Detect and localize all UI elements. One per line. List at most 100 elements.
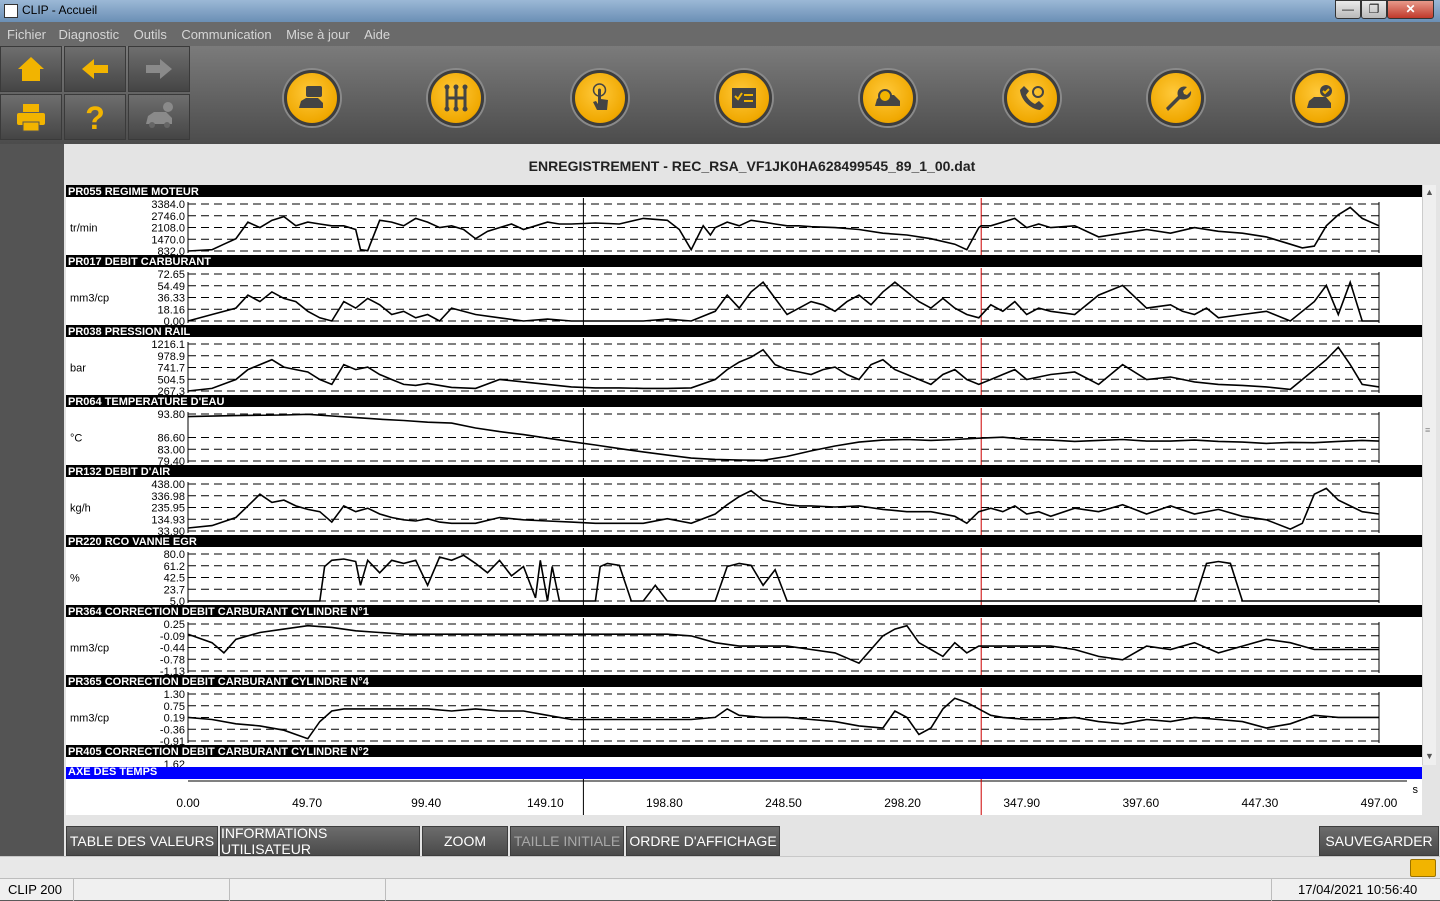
maximize-button[interactable]: ❐ [1361,0,1387,19]
printer-icon [17,104,45,132]
main-toolbar: ? [0,46,1440,144]
trace-tick-label: 1.62 [164,759,185,767]
status-cell-empty-3 [386,879,1272,901]
phone-support-button[interactable] [1004,70,1060,126]
print-button[interactable] [0,94,62,140]
save-button[interactable]: SAUVEGARDER [1319,826,1439,856]
trace-unit-label: bar [70,363,86,375]
camera-icon[interactable] [1410,859,1436,877]
trace-tick-label: 235.95 [151,503,185,515]
time-axis-title: AXE DES TEMPS [68,766,158,778]
trace-line [187,697,1379,740]
car-check-button[interactable] [1292,70,1348,126]
trace-group: PR064 TEMPERATURE D'EAU °C 93.80 86.6083.00… [66,395,1422,468]
arrow-right-icon [146,59,172,79]
app-icon [4,4,18,18]
trace-tick-label: 504.5 [157,374,185,386]
forward-button[interactable] [128,46,190,92]
diagnostic-car-icon [875,89,900,106]
time-tick-label: 49.70 [292,796,322,810]
time-tick-label: 298.20 [884,796,921,810]
time-tick-label: 397.60 [1122,796,1159,810]
status-bar: CLIP 200 17/04/2021 10:56:40 [0,878,1440,901]
scroll-thumb-grip-icon[interactable]: ≡ [1425,425,1430,435]
wrench-button[interactable] [1148,70,1204,126]
trace-tick-label: 80.0 [164,549,185,561]
values-table-button[interactable]: TABLE DES VALEURS [66,826,218,856]
chart-scrollbar[interactable]: ▲ ≡ ▼ [1422,185,1436,765]
time-axis-panel: 0.00 49.70 99.40 149.10 198.80 248.50 298.20 34… [66,779,1422,815]
trace-tick-label: 93.80 [157,409,185,421]
time-axis: 0.00 49.70 99.40 149.10 198.80 248.50 298.20 34… [176,779,1419,815]
trace-tick-label: 1470.0 [151,234,185,246]
trace-unit-label: mm3/cp [70,643,109,655]
touch-icon [592,83,608,110]
trace-line [187,279,1379,322]
scroll-up-icon[interactable]: ▲ [1425,187,1434,197]
time-tick-label: 0.00 [176,796,200,810]
status-cell-empty-1 [74,879,230,901]
menu-item-aide[interactable]: Aide [364,22,390,42]
trace-tick-label: 1216.1 [151,339,185,351]
trace-header-label: PR220 RCO VANNE EGR [68,536,197,548]
trace-group: PR220 RCO VANNE EGR%80.061.242.523.75.0 [66,535,1422,608]
trace-group: PR405 CORRECTION DEBIT CARBURANT CYLINDR… [66,745,1422,767]
time-tick-label: 447.30 [1242,796,1279,810]
status-datetime: 17/04/2021 10:56:40 [1298,882,1418,897]
home-button[interactable] [0,46,62,92]
home-icon [18,57,44,81]
multi-trace-chart: PR055 REGIME MOTEUR tr/min 3384.02746.0210… [66,185,1422,767]
back-button[interactable] [64,46,126,92]
touch-button[interactable] [572,70,628,126]
question-icon: ? [85,100,105,134]
trace-tick-label: 978.9 [157,351,185,363]
trace-group: PR017 DEBIT CARBURANT mm3/cp 72.6554.4936.… [66,255,1422,328]
zoom-button[interactable]: ZOOM [422,826,508,856]
time-tick-label: 198.80 [646,796,683,810]
time-tick-label: 248.50 [765,796,802,810]
trace-line [187,346,1380,392]
trace-group: PR055 REGIME MOTEUR tr/min 3384.02746.0210… [66,185,1422,258]
trace-header-label: PR017 DEBIT CARBURANT [68,256,211,268]
trace-unit-label: °C [70,433,82,445]
help-button[interactable]: ? [64,94,126,140]
gearbox-button[interactable] [428,70,484,126]
trace-tick-label: 72.65 [157,269,185,281]
time-tick-label: 497.00 [1361,796,1398,810]
trace-tick-label: 438.00 [151,479,185,491]
trace-line [187,624,1379,665]
trace-group: PR132 DEBIT D'AIR kg/h 438.00336.98235.951… [66,465,1422,538]
scroll-down-icon[interactable]: ▼ [1425,751,1434,761]
trace-unit-label: mm3/cp [70,293,109,305]
trace-header-bar [66,395,1422,407]
checklist-button[interactable] [716,70,772,126]
bottom-strip [0,856,1440,878]
minimize-button[interactable]: — [1335,0,1361,19]
menu-item-diagnostic[interactable]: Diagnostic [58,22,119,42]
trace-line [187,487,1380,530]
checklist-icon [732,88,756,108]
diagnostic-car-button[interactable] [860,70,916,126]
menu-item-outils[interactable]: Outils [134,22,167,42]
trace-tick-label: 741.7 [157,363,185,375]
menu-item-communication[interactable]: Communication [181,22,271,42]
trace-tick-label: 86.60 [157,433,185,445]
trace-header-label: PR038 PRESSION RAIL [68,326,191,338]
user-info-button[interactable]: INFORMATIONS UTILISATEUR [220,825,420,857]
window-titlebar: CLIP - Accueil — ❐ ✕ [0,0,1440,22]
close-button[interactable]: ✕ [1387,0,1434,19]
window-title: CLIP - Accueil [22,3,98,17]
trace-tick-label: 42.5 [164,573,185,585]
menu-item-mise-a-jour[interactable]: Mise à jour [286,22,350,42]
vehicle-info-button[interactable] [128,94,190,140]
vehicle-identification-button[interactable] [284,70,340,126]
trace-header-label: PR365 CORRECTION DEBIT CARBURANT CYLINDR… [68,676,370,688]
status-cell-empty-2 [230,879,386,901]
display-order-button[interactable]: ORDRE D'AFFICHAGE [626,826,780,856]
trace-unit-label: tr/min [70,223,98,235]
initial-size-button[interactable]: TAILLE INITIALE [510,826,624,856]
time-tick-label: 347.90 [1003,796,1040,810]
trace-tick-label: 18.16 [157,304,185,316]
trace-tick-label: 83.00 [157,444,185,456]
menu-item-fichier[interactable]: Fichier [7,22,46,42]
